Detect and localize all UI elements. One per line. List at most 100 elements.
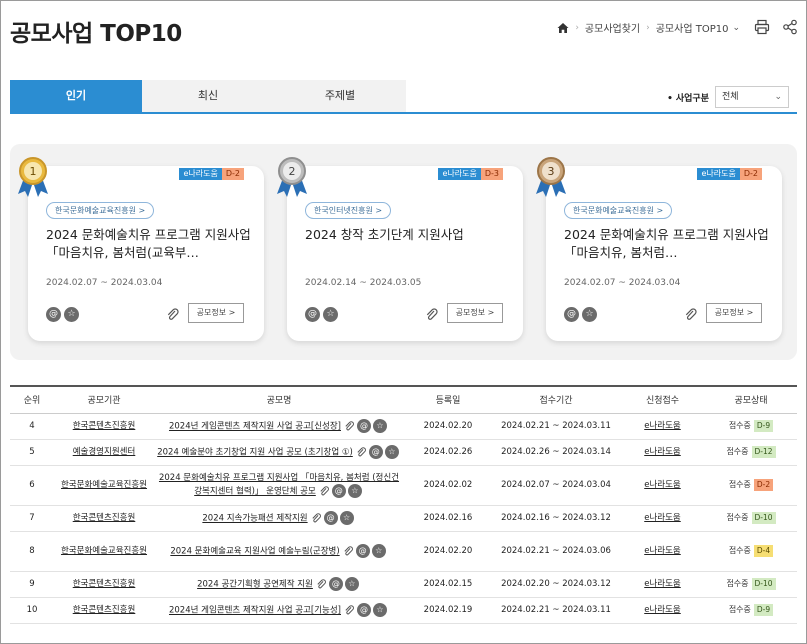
apply-link[interactable]: e나라도움 — [644, 546, 681, 556]
paperclip-icon[interactable] — [166, 308, 180, 322]
rank-cell: 8 — [10, 531, 54, 572]
apply-link[interactable]: e나라도움 — [644, 421, 681, 431]
business-type-filter: 사업구분 전체 ⌄ — [667, 86, 789, 108]
gold-medal-icon: 1 — [18, 157, 48, 197]
at-icon[interactable]: @ — [368, 445, 383, 459]
paperclip-icon[interactable] — [311, 512, 322, 524]
at-icon[interactable]: @ — [357, 603, 371, 617]
star-icon[interactable]: ☆ — [323, 307, 338, 322]
star-icon[interactable]: ☆ — [339, 511, 354, 525]
breadcrumb-item-top10[interactable]: 공모사업 TOP10 — [656, 20, 729, 35]
status-text: 접수중 — [726, 513, 749, 522]
contest-name-link[interactable]: 2024년 게임콘텐츠 제작지원 사업 공고[기능성] — [169, 606, 341, 616]
tab-popular[interactable]: 인기 — [10, 80, 142, 112]
apply-link[interactable]: e나라도움 — [644, 513, 681, 523]
business-type-select[interactable]: 전체 ⌄ — [715, 86, 789, 108]
print-icon[interactable] — [754, 19, 770, 35]
table-row[interactable]: 8 한국문화예술교육진흥원 2024 문화예술교육 지원사업 예술누림(군장병) @ ☆… — [10, 531, 797, 572]
card-title[interactable]: 2024 문화예술치유 프로그램 지원사업 「마음치유, 봄처럼… — [564, 226, 769, 262]
at-icon[interactable]: @ — [323, 511, 338, 525]
home-icon[interactable] — [557, 22, 569, 34]
table-row[interactable]: 5 예술경영지원센터 2024 예술분야 초기창업 지원 사업 공모 (초기창업 ①… — [10, 439, 797, 466]
info-button[interactable]: 공모정보 > — [447, 303, 503, 323]
table-row[interactable]: 10 한국콘텐츠진흥원 2024년 게임콘텐츠 제작지원 사업 공고[기능성] @ ☆ 2… — [10, 597, 797, 624]
org-link[interactable]: 한국문화예술교육진흥원 — [61, 546, 147, 556]
at-icon[interactable]: @ — [355, 544, 370, 558]
org-link[interactable]: 예술경영지원센터 — [73, 447, 136, 457]
at-icon[interactable]: @ — [331, 484, 346, 498]
org-link[interactable]: 한국콘텐츠진흥원 — [73, 513, 136, 523]
at-icon[interactable]: @ — [564, 307, 579, 322]
at-icon[interactable]: @ — [328, 577, 343, 591]
paperclip-icon[interactable] — [425, 308, 439, 322]
apply-link[interactable]: e나라도움 — [644, 480, 681, 490]
paperclip-icon[interactable] — [344, 604, 355, 616]
star-icon[interactable]: ☆ — [371, 544, 386, 558]
paperclip-icon[interactable] — [344, 420, 355, 432]
card-title[interactable]: 2024 문화예술치유 프로그램 지원사업 「마음치유, 봄처럼(교육부… — [46, 226, 251, 262]
table-row[interactable]: 4 한국콘텐츠진흥원 2024년 게임콘텐츠 제작지원 사업 공고[신성장] @ ☆ 20… — [10, 413, 797, 440]
at-icon[interactable]: @ — [357, 419, 371, 433]
rank-cell: 7 — [10, 505, 54, 532]
paperclip-icon[interactable] — [684, 308, 698, 322]
paperclip-icon[interactable] — [319, 485, 330, 497]
period-cell: 2024.02.07 ~ 2024.03.04 — [492, 465, 620, 506]
at-icon[interactable]: @ — [46, 307, 61, 322]
org-link[interactable]: 한국문화예술교육진흥원 > — [564, 202, 673, 219]
table-row[interactable]: 7 한국콘텐츠진흥원 2024 지속가능패션 제작지원 @ ☆ 2024.02.16 202… — [10, 505, 797, 532]
org-link[interactable]: 한국인터넷진흥원 > — [305, 202, 392, 219]
share-icon[interactable] — [782, 19, 798, 35]
star-icon[interactable]: ☆ — [347, 484, 362, 498]
paperclip-icon[interactable] — [356, 446, 367, 458]
rank-cell: 5 — [10, 439, 54, 466]
contest-name-link[interactable]: 2024년 게임콘텐츠 제작지원 사업 공고[신성장] — [169, 422, 341, 432]
dday-badge: D-12 — [751, 446, 776, 458]
col-header-org: 공모기관 — [54, 386, 154, 414]
info-button[interactable]: 공모정보 > — [188, 303, 244, 323]
card-title[interactable]: 2024 창작 초기단계 지원사업 — [305, 226, 510, 244]
star-icon[interactable]: ☆ — [373, 603, 387, 617]
org-link[interactable]: 한국문화예술교육진흥원 — [61, 480, 147, 490]
period-cell: 2024.02.21 ~ 2024.03.06 — [492, 531, 620, 572]
org-link[interactable]: 한국문화예술교육진흥원 > — [46, 202, 155, 219]
card-badges: e나라도움 D-3 — [438, 168, 503, 180]
contest-name-link[interactable]: 2024 지속가능패션 제작지원 — [202, 514, 307, 524]
at-icon[interactable]: @ — [305, 307, 320, 322]
dday-badge: D-4 — [753, 545, 774, 557]
tab-latest[interactable]: 최신 — [142, 80, 274, 112]
paperclip-icon[interactable] — [343, 545, 354, 557]
breadcrumb-item-search[interactable]: 공모사업찾기 — [585, 20, 640, 35]
period-cell: 2024.02.21 ~ 2024.03.11 — [492, 597, 620, 624]
star-icon[interactable]: ☆ — [64, 307, 79, 322]
star-icon[interactable]: ☆ — [344, 577, 359, 591]
paperclip-icon[interactable] — [316, 578, 327, 590]
star-icon[interactable]: ☆ — [384, 445, 399, 459]
top-card[interactable]: 3 e나라도움 D-2 한국문화예술교육진흥원 > 2024 문화예술치유 프로… — [536, 157, 782, 341]
reg-date-cell: 2024.02.19 — [404, 597, 492, 624]
contest-name-link[interactable]: 2024 예술분야 초기창업 지원 사업 공모 (초기창업 ①) — [157, 448, 353, 458]
apply-link[interactable]: e나라도움 — [644, 605, 681, 615]
info-button[interactable]: 공모정보 > — [706, 303, 762, 323]
site-badge: e나라도움 — [438, 168, 481, 180]
org-link[interactable]: 한국콘텐츠진흥원 — [73, 579, 136, 589]
top-card[interactable]: 1 e나라도움 D-2 한국문화예술교육진흥원 > 2024 문화예술치유 프로… — [18, 157, 264, 341]
card-badges: e나라도움 D-2 — [179, 168, 244, 180]
apply-link[interactable]: e나라도움 — [644, 579, 681, 589]
contest-name-link[interactable]: 2024 문화예술교육 지원사업 예술누림(군장병) — [170, 547, 339, 557]
period-cell: 2024.02.26 ~ 2024.03.14 — [492, 439, 620, 466]
apply-link[interactable]: e나라도움 — [644, 447, 681, 457]
tab-topic[interactable]: 주제별 — [274, 80, 406, 112]
top-card[interactable]: 2 e나라도움 D-3 한국인터넷진흥원 > 2024 창작 초기단계 지원사업… — [277, 157, 523, 341]
table-row[interactable]: 9 한국콘텐츠진흥원 2024 공간기획형 공연제작 지원 @ ☆ 2024.02.15 2… — [10, 571, 797, 598]
table-row[interactable]: 6 한국문화예술교육진흥원 2024 문화예술치유 프로그램 지원사업 「마음치유,… — [10, 465, 797, 506]
reg-date-cell: 2024.02.16 — [404, 505, 492, 532]
card-icons: @ ☆ — [305, 307, 341, 322]
star-icon[interactable]: ☆ — [582, 307, 597, 322]
dday-badge: D-9 — [753, 420, 774, 432]
contest-name-link[interactable]: 2024 공간기획형 공연제작 지원 — [197, 580, 313, 590]
star-icon[interactable]: ☆ — [373, 419, 387, 433]
site-badge: e나라도움 — [179, 168, 222, 180]
chevron-down-icon[interactable]: ⌄ — [732, 23, 740, 33]
org-link[interactable]: 한국콘텐츠진흥원 — [73, 605, 136, 615]
org-link[interactable]: 한국콘텐츠진흥원 — [73, 421, 136, 431]
